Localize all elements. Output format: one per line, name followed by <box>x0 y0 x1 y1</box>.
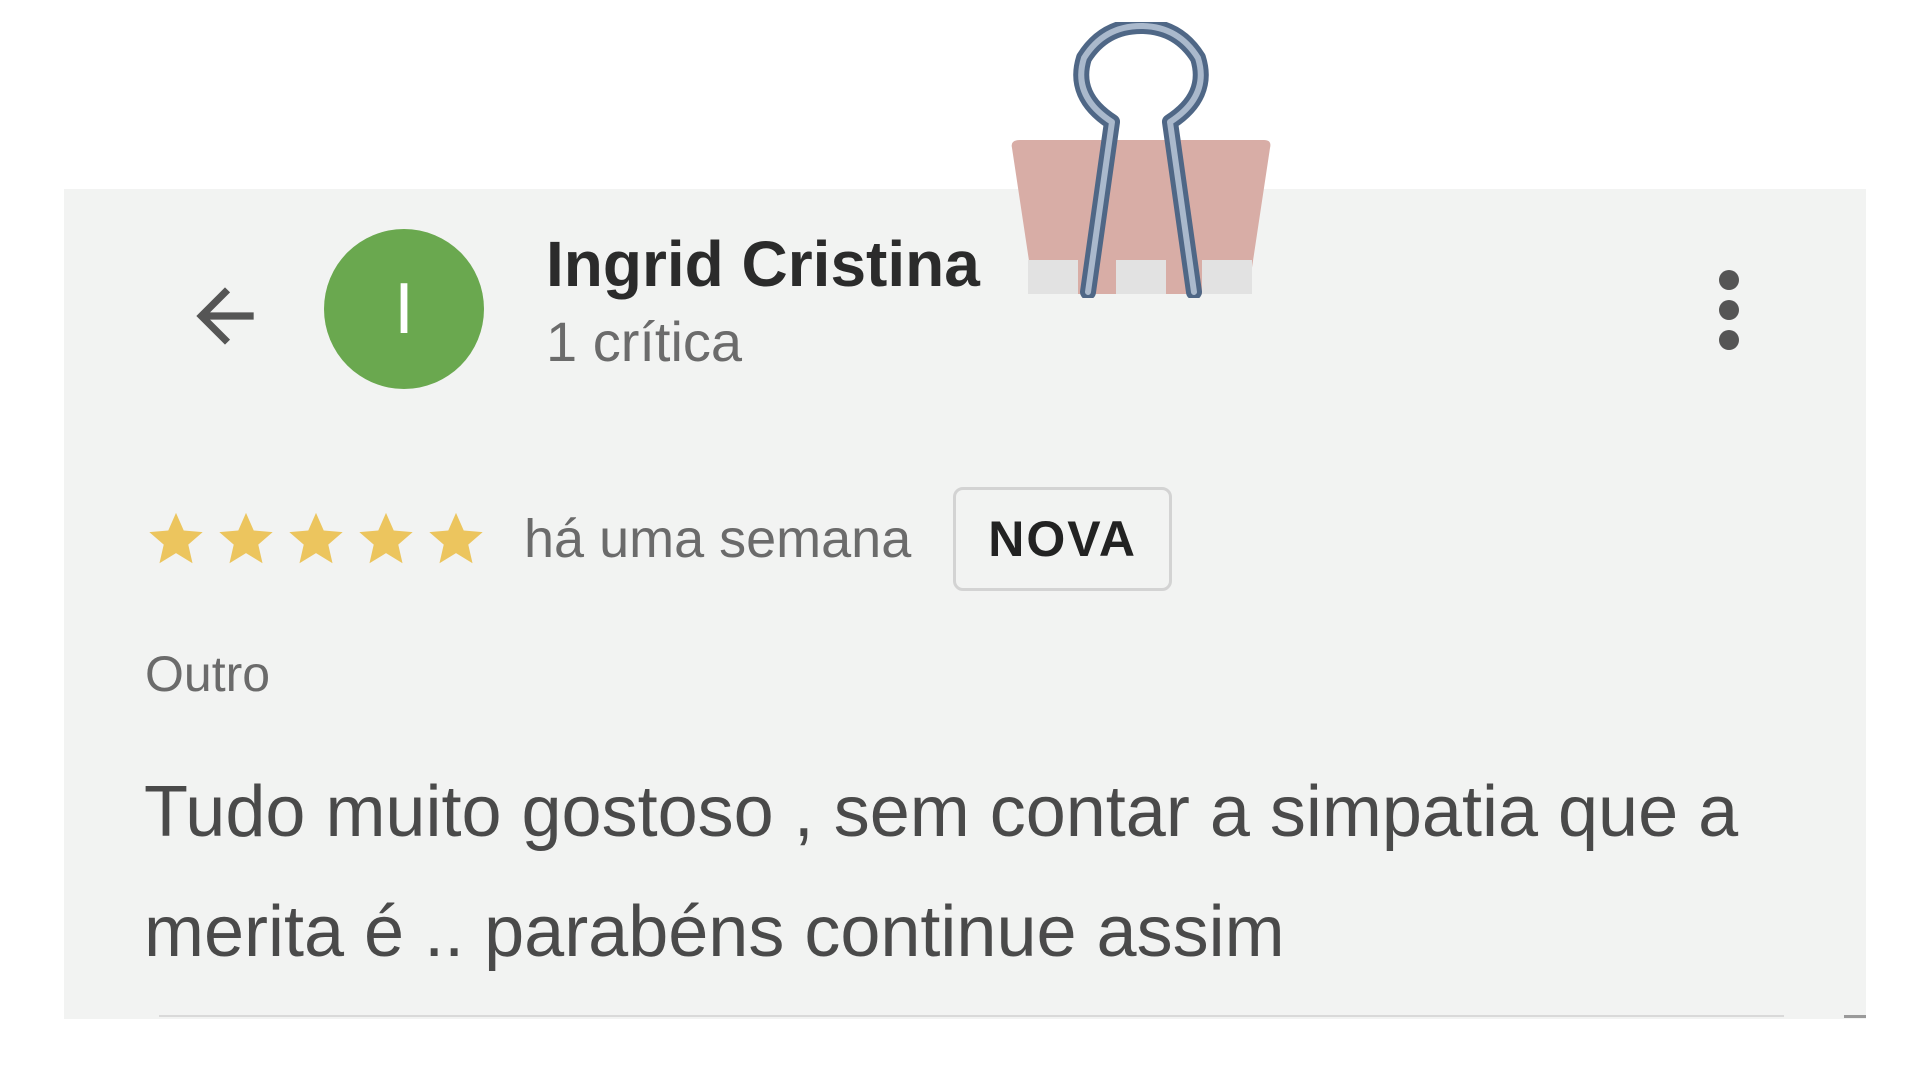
more-vertical-icon <box>1719 270 1739 290</box>
star-rating <box>144 507 488 571</box>
review-card: I Ingrid Cristina 1 crítica há uma seman… <box>64 189 1866 1019</box>
avatar-initial: I <box>393 269 414 349</box>
divider-edge <box>1844 1015 1866 1018</box>
star-icon <box>289 512 343 564</box>
more-options-button[interactable] <box>1694 255 1764 365</box>
star-icon <box>359 512 413 564</box>
review-text: Tudo muito gostoso , sem contar a simpat… <box>144 772 1739 972</box>
screenshot-stage: I Ingrid Cristina 1 crítica há uma seman… <box>0 0 1920 1080</box>
more-vertical-icon <box>1719 300 1739 320</box>
review-date: há uma semana <box>524 509 912 569</box>
reviewer-name[interactable]: Ingrid Cristina <box>546 229 980 300</box>
arrow-left-icon <box>196 287 254 345</box>
star-icon <box>219 512 273 564</box>
reviewer-review-count: 1 crítica <box>546 310 743 373</box>
back-button[interactable] <box>160 261 290 371</box>
review-category: Outro <box>145 646 271 702</box>
new-badge: NOVA <box>953 487 1172 591</box>
avatar: I <box>324 229 484 389</box>
divider <box>159 1015 1784 1017</box>
rating-row: há uma semana NOVA <box>144 485 1172 593</box>
star-icon <box>429 512 483 564</box>
star-icon <box>149 512 203 564</box>
more-vertical-icon <box>1719 330 1739 350</box>
binder-clip-icon <box>1011 22 1271 298</box>
